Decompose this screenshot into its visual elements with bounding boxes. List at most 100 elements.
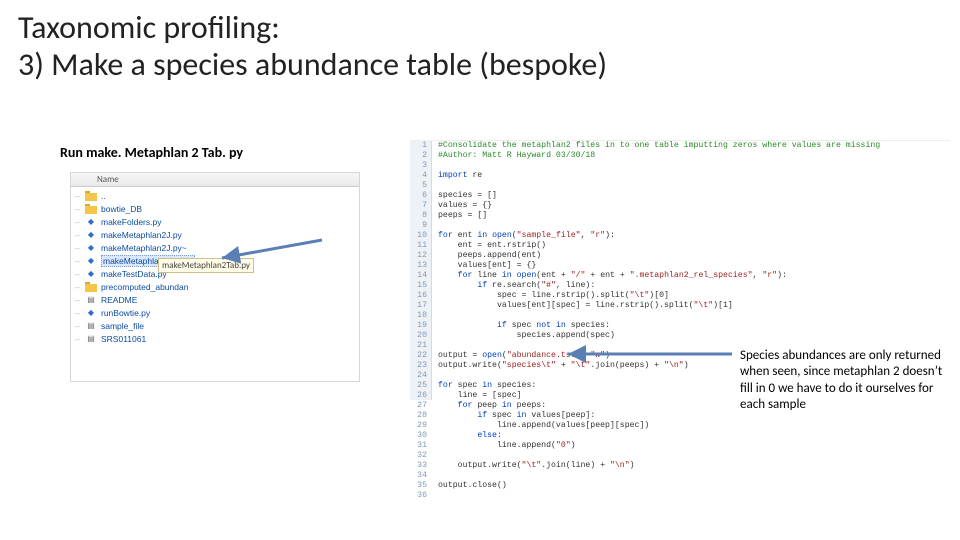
tree-spacer-icon: –: [75, 334, 81, 344]
code-line-number: 18: [410, 311, 427, 321]
code-line-number: 8: [410, 211, 427, 221]
file-list-item[interactable]: –◆ makeMetaphlan2J.py~: [75, 241, 355, 254]
file-name: makeFolders.py: [101, 217, 161, 227]
code-line-number: 11: [410, 241, 427, 251]
code-line-number: 28: [410, 411, 427, 421]
tree-spacer-icon: –: [75, 256, 81, 266]
code-line-number: 26: [410, 391, 427, 401]
code-line-number: 21: [410, 341, 427, 351]
file-list-item[interactable]: –▤sample_file: [75, 319, 355, 332]
file-name: precomputed_abundan: [101, 282, 188, 292]
code-line-number: 9: [410, 221, 427, 231]
code-line-number: 17: [410, 301, 427, 311]
file-list-item[interactable]: –▤README: [75, 293, 355, 306]
file-browser-header-label: Name: [97, 174, 119, 185]
python-file-icon: ◆: [85, 256, 97, 266]
python-file-icon: ◆: [85, 308, 97, 318]
code-line-number: 30: [410, 431, 427, 441]
file-name: SRS011061: [101, 334, 146, 344]
text-file-icon: ▤: [85, 334, 97, 344]
file-list-item[interactable]: –◆makeMetaphlan2J.py: [75, 228, 355, 241]
file-browser: Name –..–bowtie_DB–◆makeFolders.py–◆make…: [70, 172, 360, 382]
code-line: output.close(): [438, 481, 950, 491]
slide-title: Taxonomic profiling: 3) Make a species a…: [0, 0, 960, 88]
annotation-text: Species abundances are only returned whe…: [740, 348, 946, 413]
code-line: [438, 181, 950, 191]
folder-icon: [85, 282, 97, 292]
tree-spacer-icon: –: [75, 243, 81, 253]
code-line-number: 1: [410, 141, 427, 151]
code-line-number: 3: [410, 161, 427, 171]
code-line-number: 10: [410, 231, 427, 241]
folder-icon: [85, 191, 97, 201]
file-list-item[interactable]: –▤ SRS011061: [75, 332, 355, 345]
file-name: makeMetaphlan2J.py: [101, 230, 182, 240]
file-name: sample_file: [101, 321, 144, 331]
code-line-number: 2: [410, 151, 427, 161]
code-line-number: 24: [410, 371, 427, 381]
code-line: [438, 161, 950, 171]
code-line-number: 33: [410, 461, 427, 471]
code-line: #Author: Matt R Hayward 03/30/18: [438, 151, 950, 161]
tree-spacer-icon: –: [75, 204, 81, 214]
code-line: [438, 451, 950, 461]
python-file-icon: ◆: [85, 217, 97, 227]
python-file-icon: ◆: [85, 243, 97, 253]
python-file-icon: ◆: [85, 230, 97, 240]
folder-icon: [85, 204, 97, 214]
code-line: [438, 311, 950, 321]
code-line-number: 32: [410, 451, 427, 461]
code-line: spec = line.rstrip().split("\t")[0]: [438, 291, 950, 301]
code-line: if re.search("#", line):: [438, 281, 950, 291]
code-line: peeps = []: [438, 211, 950, 221]
slide-title-line2: 3) Make a species abundance table (bespo…: [18, 47, 942, 84]
file-name: README: [101, 295, 137, 305]
code-line-number: 36: [410, 491, 427, 501]
code-line: [438, 471, 950, 481]
tree-spacer-icon: –: [75, 321, 81, 331]
tree-spacer-icon: –: [75, 217, 81, 227]
file-name: runBowtie.py: [101, 308, 150, 318]
code-line: line.append("0"): [438, 441, 950, 451]
code-line: [438, 221, 950, 231]
code-line: if spec not in species:: [438, 321, 950, 331]
code-line-number: 29: [410, 421, 427, 431]
code-line-number: 12: [410, 251, 427, 261]
code-line-number: 20: [410, 331, 427, 341]
file-list-item[interactable]: –..: [75, 189, 355, 202]
code-line: species.append(spec): [438, 331, 950, 341]
tree-spacer-icon: –: [75, 282, 81, 292]
code-line: values[ent][spec] = line.rstrip().split(…: [438, 301, 950, 311]
tree-spacer-icon: –: [75, 269, 81, 279]
code-line-number: 23: [410, 361, 427, 371]
code-line-number: 19: [410, 321, 427, 331]
text-file-icon: ▤: [85, 295, 97, 305]
code-line-number: 25: [410, 381, 427, 391]
file-list-item[interactable]: – precomputed_abundan: [75, 280, 355, 293]
code-line: peeps.append(ent): [438, 251, 950, 261]
file-name: ..: [101, 191, 106, 201]
file-list-item[interactable]: –◆ runBowtie.py: [75, 306, 355, 319]
code-line-number: 14: [410, 271, 427, 281]
code-line: import re: [438, 171, 950, 181]
code-gutter: 1234567891011121314151617181920212223242…: [410, 141, 432, 400]
tree-spacer-icon: –: [75, 308, 81, 318]
tree-spacer-icon: –: [75, 191, 81, 201]
code-line-number: 27: [410, 401, 427, 411]
code-line-number: 34: [410, 471, 427, 481]
code-line: else:: [438, 431, 950, 441]
code-line: for line in open(ent + "/" + ent + ".met…: [438, 271, 950, 281]
code-line-number: 31: [410, 441, 427, 451]
code-line-number: 5: [410, 181, 427, 191]
file-browser-header: Name: [71, 173, 359, 187]
file-list-item[interactable]: –◆ makeFolders.py: [75, 215, 355, 228]
file-list-item[interactable]: –bowtie_DB: [75, 202, 355, 215]
python-file-icon: ◆: [85, 269, 97, 279]
file-name: makeMetaphlan2J.py~: [101, 243, 187, 253]
code-line: species = []: [438, 191, 950, 201]
code-line-number: 22: [410, 351, 427, 361]
code-line-number: 4: [410, 171, 427, 181]
code-line: line.append(values[peep][spec]): [438, 421, 950, 431]
code-line: values = {}: [438, 201, 950, 211]
code-line-number: 16: [410, 291, 427, 301]
